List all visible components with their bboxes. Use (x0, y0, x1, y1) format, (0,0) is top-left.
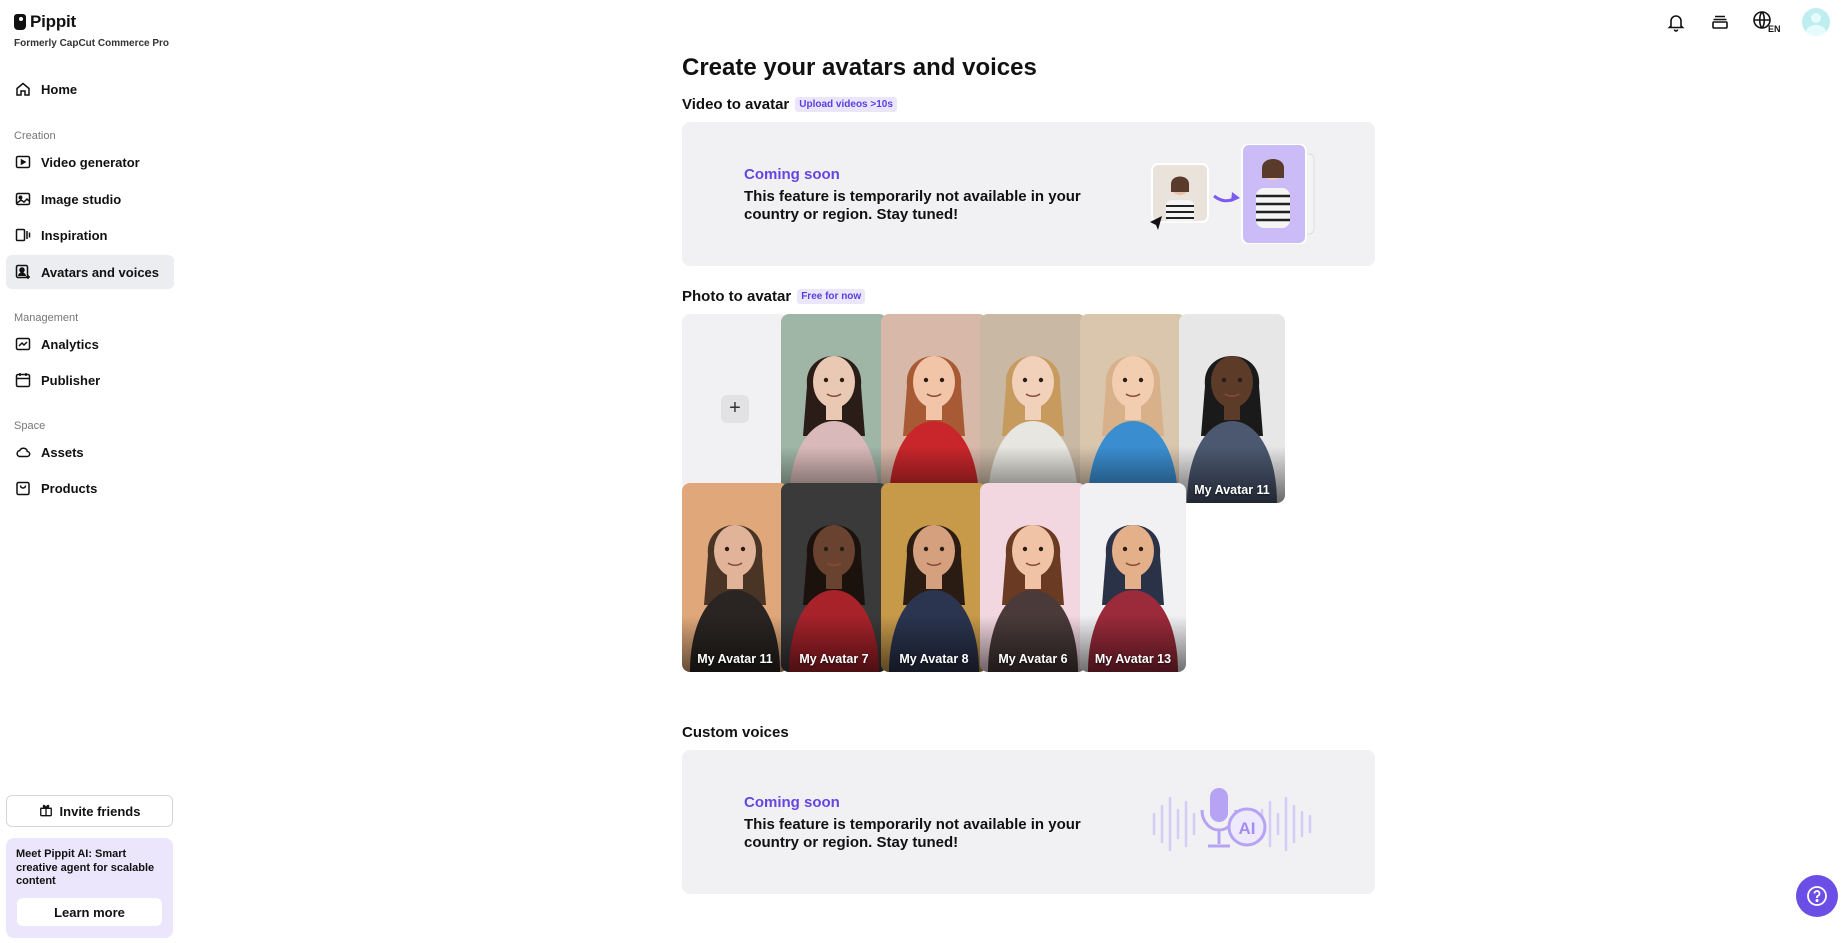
upload-tag: Upload videos >10s (795, 97, 897, 112)
section-label-creation: Creation (14, 130, 56, 142)
avatar-portrait (881, 483, 987, 672)
avatar-icon (15, 264, 31, 280)
invite-friends-button[interactable]: Invite friends (6, 795, 173, 827)
sidebar-item-video-generator[interactable]: Video generator (6, 145, 174, 179)
sidebar-item-inspiration[interactable]: Inspiration (6, 218, 174, 252)
sidebar-item-assets[interactable]: Assets (6, 435, 174, 469)
help-button[interactable] (1796, 875, 1838, 917)
avatar-label: My Avatar 7 (799, 652, 869, 666)
section-title: Photo to avatar (682, 288, 792, 305)
sidebar: Pippit Formerly CapCut Commerce Pro Home… (0, 0, 180, 943)
sidebar-item-products[interactable]: Products (6, 471, 174, 505)
brand-name: Pippit (30, 12, 77, 31)
page-title: Create your avatars and voices (682, 54, 1037, 81)
sidebar-item-label: Assets (41, 444, 84, 460)
promo-text: Meet Pippit AI: Smart creative agent for… (16, 848, 155, 887)
sidebar-item-label: Products (41, 480, 98, 496)
section-title: Video to avatar (682, 96, 790, 113)
avatar-tile[interactable]: My Avatar 11 (881, 314, 987, 503)
avatar-tile[interactable]: My Avatar 11 (781, 314, 887, 503)
avatar-tile[interactable]: My Avatar 12 (1080, 314, 1186, 503)
video-to-avatar-illustration (1150, 144, 1315, 244)
brand-subtitle: Formerly CapCut Commerce Pro (14, 38, 170, 49)
inbox-icon[interactable] (1708, 10, 1732, 34)
promo-card: Meet Pippit AI: Smart creative agent for… (6, 838, 173, 938)
free-tag: Free for now (797, 289, 866, 304)
avatar-label: My Avatar 13 (1094, 652, 1172, 666)
bell-icon[interactable] (1664, 10, 1688, 34)
avatar-portrait (781, 314, 887, 503)
coming-soon-label: Coming soon (744, 794, 840, 811)
analytics-icon (15, 336, 31, 352)
sidebar-item-label: Home (41, 81, 78, 97)
product-box-icon (15, 480, 31, 496)
top-toolbar: EN (1664, 8, 1830, 36)
gift-icon (39, 803, 53, 820)
avatar-tile[interactable]: My Avatar 11 (682, 483, 788, 672)
avatar-portrait (881, 314, 987, 503)
pippit-logo-icon (14, 14, 26, 30)
avatar-tile[interactable]: My Avatar 13 (1080, 483, 1186, 672)
user-avatar[interactable] (1802, 8, 1830, 36)
ai-badge: AI (1239, 819, 1256, 838)
unavailable-message: This feature is temporarily not availabl… (744, 188, 1081, 223)
coming-soon-label: Coming soon (744, 166, 840, 183)
sidebar-item-image-studio[interactable]: Image studio (6, 182, 174, 216)
avatar-tile[interactable]: My Avatar 10 (980, 314, 1086, 503)
help-icon (1807, 886, 1827, 906)
sidebar-item-label: Analytics (41, 336, 99, 352)
photo-to-avatar-heading: Photo to avatar Free for now (682, 288, 866, 305)
image-studio-icon (15, 191, 31, 207)
section-label-space: Space (14, 420, 46, 432)
avatar-tile[interactable]: My Avatar 7 (781, 483, 887, 672)
sidebar-item-avatars-and-voices[interactable]: Avatars and voices (6, 255, 174, 289)
unavailable-message: This feature is temporarily not availabl… (744, 816, 1081, 851)
avatar-label: My Avatar 8 (899, 652, 969, 666)
sidebar-item-analytics[interactable]: Analytics (6, 327, 174, 361)
avatar-portrait (1080, 483, 1186, 672)
avatar-tile[interactable]: My Avatar 6 (980, 483, 1086, 672)
sidebar-item-publisher[interactable]: Publisher (6, 363, 174, 397)
invite-label: Invite friends (59, 803, 141, 819)
custom-voices-heading: Custom voices (682, 724, 789, 741)
section-label-management: Management (14, 312, 79, 324)
avatar-portrait (682, 483, 788, 672)
sidebar-item-label: Image studio (41, 191, 122, 207)
custom-voices-card: Coming soon This feature is temporarily … (682, 750, 1375, 894)
voice-waveform-illustration: AI (1152, 788, 1312, 852)
sidebar-item-label: Publisher (41, 372, 101, 388)
video-to-avatar-card: Coming soon This feature is temporarily … (682, 122, 1375, 266)
avatar-portrait (980, 314, 1086, 503)
avatar-tile[interactable]: My Avatar 11 (1179, 314, 1285, 503)
video-generator-icon (15, 154, 31, 170)
avatar-tile[interactable]: My Avatar 8 (881, 483, 987, 672)
avatar-portrait (980, 483, 1086, 672)
inspiration-icon (15, 227, 31, 243)
avatar-portrait (781, 483, 887, 672)
avatar-portrait (1080, 314, 1186, 503)
avatar-portrait (1179, 314, 1285, 503)
video-to-avatar-heading: Video to avatar Upload videos >10s (682, 96, 897, 113)
language-globe-icon[interactable]: EN (1752, 10, 1782, 34)
plus-icon: + (721, 394, 749, 423)
cloud-icon (15, 444, 31, 460)
home-icon (15, 81, 31, 97)
sidebar-item-label: Avatars and voices (41, 264, 160, 280)
avatar-label: My Avatar 11 (1194, 483, 1270, 497)
add-avatar-tile[interactable]: + (682, 314, 788, 503)
brand[interactable]: Pippit Formerly CapCut Commerce Pro (14, 12, 169, 49)
calendar-icon (15, 372, 31, 388)
learn-more-button[interactable]: Learn more (17, 898, 162, 926)
language-code: EN (1768, 24, 1781, 34)
section-title: Custom voices (682, 724, 789, 741)
sidebar-item-label: Inspiration (41, 227, 108, 243)
sidebar-item-label: Video generator (41, 154, 140, 170)
avatar-label: My Avatar 11 (697, 652, 773, 666)
avatar-label: My Avatar 6 (998, 652, 1068, 666)
sidebar-item-home[interactable]: Home (6, 72, 174, 106)
